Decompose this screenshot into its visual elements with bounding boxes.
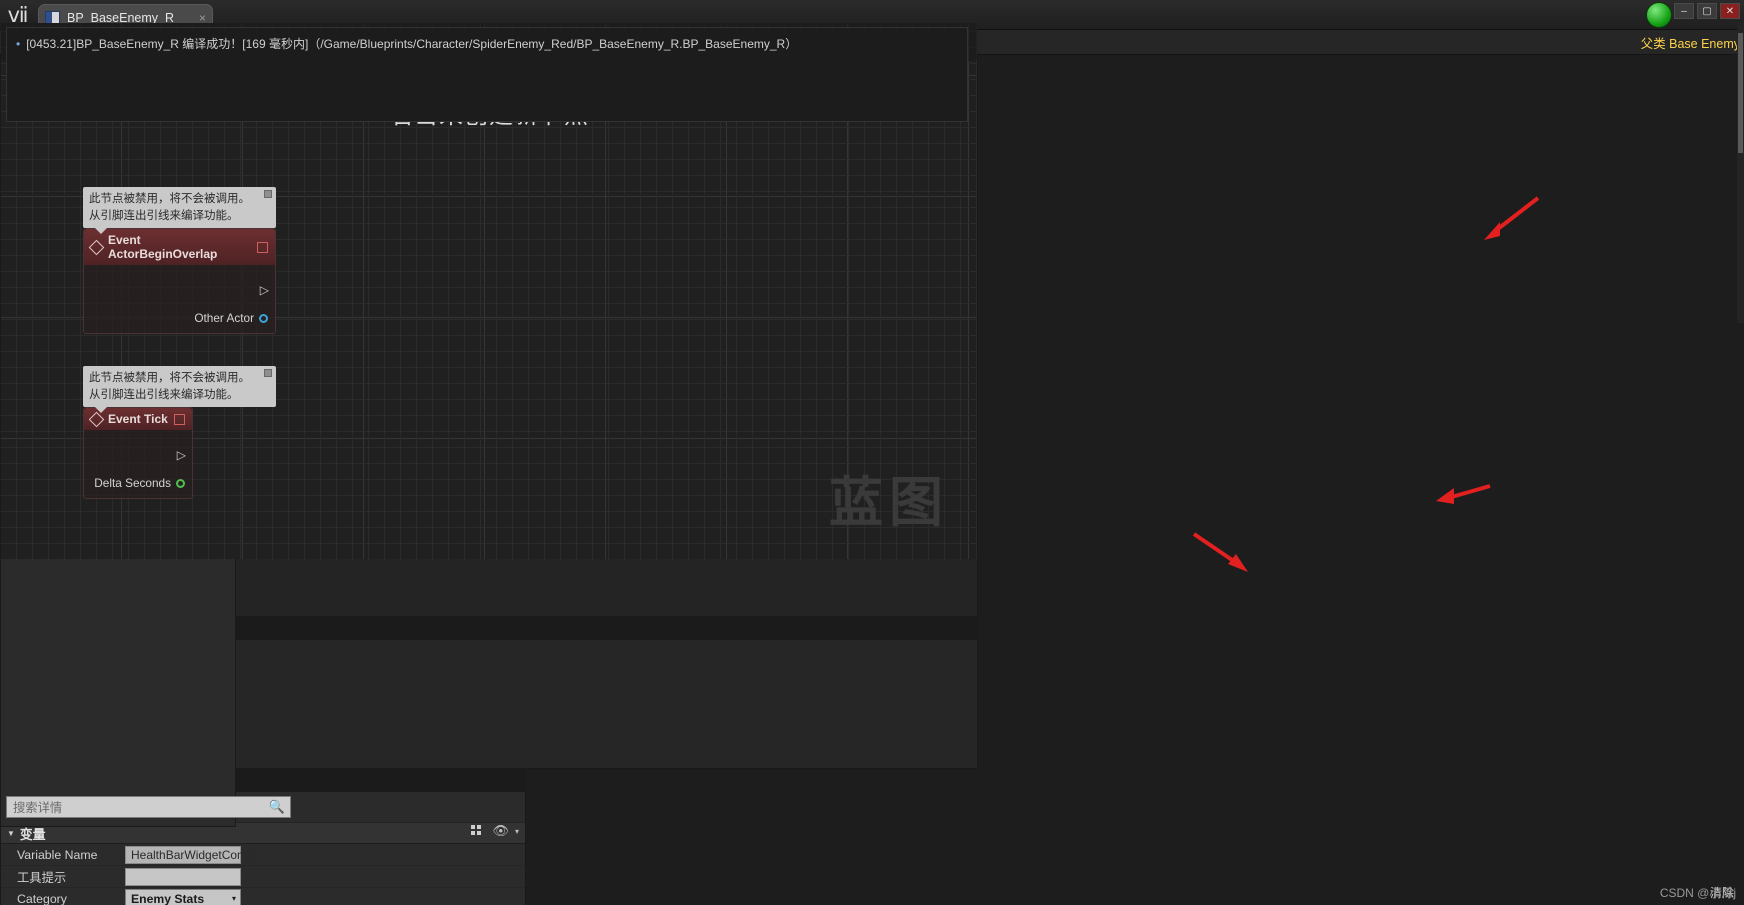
pin-label: Delta Seconds [94, 476, 171, 491]
node-disabled-tooltip: 此节点被禁用，将不会被调用。 从引脚连出引线来编译功能。 [83, 187, 276, 235]
log-bullet-icon: • [16, 37, 21, 51]
blueprint-watermark: 蓝图 [829, 473, 949, 533]
search-icon[interactable]: 🔍 [269, 799, 285, 815]
node-disabled-marker-icon [257, 241, 268, 253]
chevron-down-icon[interactable]: ▾ [515, 827, 519, 836]
prop-value [125, 867, 525, 886]
minimize-button[interactable]: – [1674, 3, 1694, 19]
compiler-log[interactable]: • [0453.21]BP_BaseEnemy_R 编译成功！[169 毫秒内]（… [6, 27, 968, 122]
graph-editor: 视口 × ƒ Construction Scrip × 事件图表 × ☆ ◀ ▶… [0, 23, 978, 617]
close-window-button[interactable]: ✕ [1720, 3, 1740, 19]
exec-output-pin-icon[interactable]: ▷ [260, 283, 269, 297]
node-disabled-tooltip: 此节点被禁用，将不会被调用。 从引脚连出引线来编译功能。 [83, 366, 276, 414]
pin-other-actor[interactable]: Other Actor [91, 311, 268, 325]
category-dropdown[interactable]: Enemy Stats ▾ [125, 889, 241, 905]
maximize-button[interactable]: ▢ [1697, 3, 1717, 19]
node-event-tick[interactable]: 此节点被禁用，将不会被调用。 从引脚连出引线来编译功能。 Event Tick … [83, 366, 276, 500]
tooltip-line-2: 从引脚连出引线来编译功能。 [89, 388, 239, 401]
annotation-arrow-space [1436, 484, 1491, 504]
pin-label: Other Actor [194, 311, 254, 326]
category-value: Enemy Stats [131, 891, 205, 905]
tooltip-field[interactable] [125, 867, 241, 886]
grid-view-icon[interactable] [471, 824, 487, 838]
node-disabled-marker-icon [174, 413, 185, 425]
node-title: Event Tick [108, 412, 168, 427]
unreal-account-avatar[interactable] [1646, 2, 1672, 28]
prop-variable-name: Variable Name HealthBarWidgetCompo [1, 844, 525, 866]
node-body[interactable]: Event Tick ▷ Delta Seconds [83, 407, 193, 500]
pin-delta-seconds[interactable]: Delta Seconds [91, 476, 185, 490]
watermark-credit: CSDN @小瓜j [1659, 886, 1736, 900]
node-title: Event ActorBeginOverlap [108, 233, 218, 262]
tooltip-pin-icon[interactable] [264, 369, 272, 377]
tooltip-line-1: 此节点被禁用，将不会被调用。 [89, 193, 250, 205]
object-pin-icon[interactable] [259, 313, 268, 323]
tooltip-line-2: 从引脚连出引线来编译功能。 [89, 209, 239, 222]
variable-name-field[interactable]: HealthBarWidgetCompo [125, 845, 260, 864]
details-search-placeholder: 搜索详情 [13, 801, 63, 815]
details-scrollbar[interactable] [1737, 23, 1744, 323]
collapse-icon[interactable]: ▼ [7, 829, 15, 838]
window-controls: – ▢ ✕ [1674, 3, 1740, 19]
prop-value: HealthBarWidgetCompo [125, 845, 525, 864]
compiler-log-line: [0453.21]BP_BaseEnemy_R 编译成功！[169 毫秒内]（/… [26, 37, 798, 51]
event-node-icon [88, 239, 105, 256]
tooltip-pin-icon[interactable] [264, 190, 272, 198]
node-pins: ▷ Delta Seconds [84, 430, 192, 498]
node-header: Event ActorBeginOverlap [84, 229, 275, 266]
prop-value: Enemy Stats ▾ [125, 889, 525, 905]
event-node-icon [88, 411, 105, 428]
prop-tooltip: 工具提示 [1, 866, 525, 888]
exec-output-pin-icon[interactable]: ▷ [177, 448, 186, 462]
prop-label: Variable Name [17, 847, 98, 862]
prop-category: Category Enemy Stats ▾ [1, 888, 525, 905]
annotation-arrow-transform [1484, 196, 1540, 240]
node-event-actorbeginoverlap[interactable]: 此节点被禁用，将不会被调用。 从引脚连出引线来编译功能。 Event Actor… [83, 187, 276, 335]
tooltip-line-1: 此节点被禁用，将不会被调用。 [89, 372, 250, 384]
node-body[interactable]: Event ActorBeginOverlap ▷ Other Actor [83, 228, 276, 335]
chevron-down-icon: ▾ [231, 894, 236, 903]
details-view-options: 👁 ▾ [471, 823, 519, 839]
details-scrollbar-thumb[interactable] [1738, 33, 1743, 153]
unreal-blueprint-editor: ⅶ BP_BaseEnemy_R × – ▢ ✕ 文件 编辑 资源 视图 Deb… [0, 0, 1744, 905]
prop-label: Category [17, 891, 67, 905]
parent-class-badge[interactable]: 父类 Base Enemy [1641, 33, 1740, 52]
details-search-input[interactable]: 搜索详情 🔍 [6, 796, 291, 818]
eye-icon[interactable]: 👁 [492, 823, 509, 839]
annotation-arrow-draw-size [1192, 532, 1248, 572]
prop-label: 工具提示 [17, 870, 67, 885]
node-pins: ▷ Other Actor [84, 265, 275, 333]
float-pin-icon[interactable] [176, 478, 185, 488]
